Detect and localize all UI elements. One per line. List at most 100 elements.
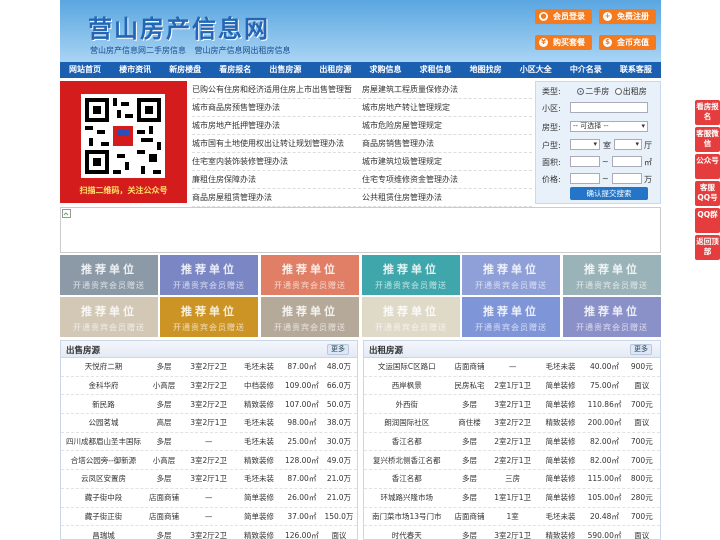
recommend-tile[interactable]: 推荐单位 开通贵宾会员赠送 <box>462 255 560 295</box>
side-back-to-top-button[interactable]: 返回顶部 <box>695 235 720 260</box>
listing-community[interactable]: 四川成都眉山圣丰国际 <box>61 436 146 447</box>
listing-community[interactable]: 公园茗城 <box>61 417 146 428</box>
nav-wanted-rent[interactable]: 求租信息 <box>411 62 461 78</box>
table-row[interactable]: 南门菜市场13号门市 店面商铺 1室 毛坯未装 20.48㎡ 700元 <box>364 508 660 527</box>
recommend-tile[interactable]: 推荐单位 开通贵宾会员赠送 <box>563 255 661 295</box>
radio-secondhand[interactable]: 二手房 <box>577 87 609 96</box>
side-qq-group-button[interactable]: QQ群 <box>695 208 720 233</box>
table-row[interactable]: 金科华府 小高层 3室2厅2卫 中档装修 109.00㎡ 66.0万 <box>61 377 357 396</box>
login-button[interactable]: ● 会员登录 <box>535 9 592 24</box>
table-row[interactable]: 外西街 多层 3室2厅1卫 简单装修 110.86㎡ 700元 <box>364 395 660 415</box>
listing-community[interactable]: 朗润国际社区 <box>364 417 449 428</box>
nav-for-sale[interactable]: 出售房源 <box>260 62 310 78</box>
price-min-input[interactable] <box>570 173 600 184</box>
table-row[interactable]: 藏子街中段 店面商铺 — 简单装修 26.00㎡ 21.0万 <box>61 489 357 508</box>
policy-link[interactable]: 公共租赁住房管理办法 <box>362 189 532 206</box>
room-select[interactable]: ▾ <box>570 139 600 150</box>
policy-link[interactable]: 城市房地产抵押管理办法 <box>192 117 362 134</box>
price-max-input[interactable] <box>612 173 642 184</box>
side-service-wechat-button[interactable]: 客服微信 <box>695 127 720 152</box>
nav-for-rent[interactable]: 出租房源 <box>310 62 360 78</box>
nav-news[interactable]: 楼市资讯 <box>110 62 160 78</box>
side-official-account-button[interactable]: 公众号 <box>695 154 720 179</box>
nav-home[interactable]: 网站首页 <box>60 62 110 78</box>
policy-link[interactable]: 城市建筑垃圾管理规定 <box>362 153 532 170</box>
radio-rental[interactable]: 出租房 <box>614 87 647 96</box>
buy-package-button[interactable]: ¥ 购买套餐 <box>535 35 592 50</box>
table-row[interactable]: 四川成都眉山圣丰国际 多层 — 毛坯未装 25.00㎡ 30.0万 <box>61 433 357 452</box>
side-service-qq-button[interactable]: 客服QQ号 <box>695 181 720 206</box>
ad-banner[interactable] <box>60 207 661 253</box>
table-row[interactable]: 合塔公园旁--御新源 小高层 3室2厅2卫 精致装修 128.00㎡ 49.0万 <box>61 451 357 471</box>
recommend-tile[interactable]: 推荐单位 开通贵宾会员赠送 <box>563 297 661 337</box>
table-row[interactable]: 云凤区安置房 多层 3室2厅1卫 毛坯未装 87.00㎡ 21.0万 <box>61 470 357 489</box>
nav-communities[interactable]: 小区大全 <box>511 62 561 78</box>
recommend-tile[interactable]: 推荐单位 开通贵宾会员赠送 <box>60 255 158 295</box>
listing-community[interactable]: 时代春天 <box>364 530 449 539</box>
subtitle-sale[interactable]: 营山房产信息网二手房信息 <box>90 46 186 55</box>
site-title[interactable]: 营山房产信息网 <box>88 9 270 44</box>
policy-link[interactable]: 城市商品房预售管理办法 <box>192 99 362 116</box>
listing-community[interactable]: 文运国际C区路口 <box>364 361 449 372</box>
table-row[interactable]: 天悦府二期 多层 3室2厅2卫 毛坯未装 87.00㎡ 48.0万 <box>61 358 357 377</box>
policy-link[interactable]: 城市房地产转让管理规定 <box>362 99 532 116</box>
nav-map-search[interactable]: 地图找房 <box>461 62 511 78</box>
policy-link[interactable]: 城市危险房屋管理规定 <box>362 117 532 134</box>
policy-link[interactable]: 廉租住房保障办法 <box>192 171 362 188</box>
rent-more-link[interactable]: 更多 <box>630 344 652 355</box>
policy-link[interactable]: 已购公有住房和经济适用住房上市出售管理暂 <box>192 81 362 98</box>
recommend-tile[interactable]: 推荐单位 开通贵宾会员赠送 <box>462 297 560 337</box>
nav-viewing-signup[interactable]: 看房报名 <box>210 62 260 78</box>
listing-community[interactable]: 昌瑞城 <box>61 530 146 539</box>
nav-new-homes[interactable]: 新房楼盘 <box>160 62 210 78</box>
subtitle-rent[interactable]: 营山房产信息网出租房信息 <box>195 46 291 55</box>
listing-community[interactable]: 香江名都 <box>364 473 449 484</box>
sale-more-link[interactable]: 更多 <box>327 344 349 355</box>
table-row[interactable]: 公园茗城 高层 3室2厅1卫 毛坯未装 98.00㎡ 38.0万 <box>61 414 357 433</box>
policy-link[interactable]: 城市国有土地使用权出让转让规划管理办法 <box>192 135 362 152</box>
recharge-button[interactable]: $ 金币充值 <box>599 35 656 50</box>
recommend-tile[interactable]: 推荐单位 开通贵宾会员赠送 <box>362 255 460 295</box>
listing-community[interactable]: 藏子街正街 <box>61 511 146 522</box>
listing-community[interactable]: 复兴桥北侧香江名都 <box>364 455 449 466</box>
table-row[interactable]: 昌瑞城 多层 3室2厅2卫 精致装修 126.00㎡ 面议 <box>61 526 357 539</box>
listing-community[interactable]: 天悦府二期 <box>61 361 146 372</box>
area-max-input[interactable] <box>612 156 642 167</box>
search-submit-button[interactable]: 确认提交搜索 <box>570 187 648 200</box>
register-button[interactable]: + 免费注册 <box>599 9 656 24</box>
recommend-tile[interactable]: 推荐单位 开通贵宾会员赠送 <box>60 297 158 337</box>
listing-community[interactable]: 香江名都 <box>364 436 449 447</box>
side-viewing-signup-button[interactable]: 看房报名 <box>695 100 720 125</box>
recommend-tile[interactable]: 推荐单位 开通贵宾会员赠送 <box>160 255 258 295</box>
table-row[interactable]: 西岸枫景 民房私宅 2室1厅1卫 简单装修 75.00㎡ 面议 <box>364 377 660 396</box>
recommend-tile[interactable]: 推荐单位 开通贵宾会员赠送 <box>261 297 359 337</box>
listing-community[interactable]: 金科华府 <box>61 380 146 391</box>
policy-link[interactable]: 住宅专项维修资金管理办法 <box>362 171 532 188</box>
community-input[interactable] <box>570 102 648 113</box>
listing-community[interactable]: 新民路 <box>61 399 146 410</box>
policy-link[interactable]: 住宅室内装饰装修管理办法 <box>192 153 362 170</box>
recommend-tile[interactable]: 推荐单位 开通贵宾会员赠送 <box>261 255 359 295</box>
listing-community[interactable]: 藏子街中段 <box>61 492 146 503</box>
nav-contact[interactable]: 联系客服 <box>611 62 661 78</box>
table-row[interactable]: 复兴桥北侧香江名都 多层 2室2厅1卫 简单装修 82.00㎡ 700元 <box>364 451 660 471</box>
policy-link[interactable]: 商品房销售管理办法 <box>362 135 532 152</box>
table-row[interactable]: 环城路兴隆市场 多层 1室1厅1卫 简单装修 105.00㎡ 280元 <box>364 489 660 508</box>
listing-community[interactable]: 云凤区安置房 <box>61 473 146 484</box>
hall-select[interactable]: ▾ <box>614 139 642 150</box>
listing-community[interactable]: 环城路兴隆市场 <box>364 492 449 503</box>
table-row[interactable]: 时代春天 多层 3室2厅1卫 精致装修 590.00㎡ 面议 <box>364 526 660 539</box>
listing-community[interactable]: 合塔公园旁--御新源 <box>61 455 146 466</box>
nav-wanted-buy[interactable]: 求购信息 <box>360 62 410 78</box>
table-row[interactable]: 香江名都 多层 2室2厅1卫 简单装修 82.00㎡ 700元 <box>364 433 660 452</box>
recommend-tile[interactable]: 推荐单位 开通贵宾会员赠送 <box>362 297 460 337</box>
nav-agents[interactable]: 中介名录 <box>561 62 611 78</box>
listing-community[interactable]: 西岸枫景 <box>364 380 449 391</box>
policy-link[interactable]: 房屋建筑工程质量保修办法 <box>362 81 532 98</box>
table-row[interactable]: 朗润国际社区 商住楼 3室2厅2卫 精致装修 200.00㎡ 面议 <box>364 414 660 433</box>
listing-community[interactable]: 南门菜市场13号门市 <box>364 511 449 522</box>
table-row[interactable]: 新民路 多层 3室2厅2卫 精致装修 107.00㎡ 50.0万 <box>61 395 357 415</box>
area-min-input[interactable] <box>570 156 600 167</box>
table-row[interactable]: 香江名都 多层 三房 简单装修 115.00㎡ 800元 <box>364 470 660 489</box>
policy-link[interactable]: 商品房屋租赁管理办法 <box>192 189 362 206</box>
